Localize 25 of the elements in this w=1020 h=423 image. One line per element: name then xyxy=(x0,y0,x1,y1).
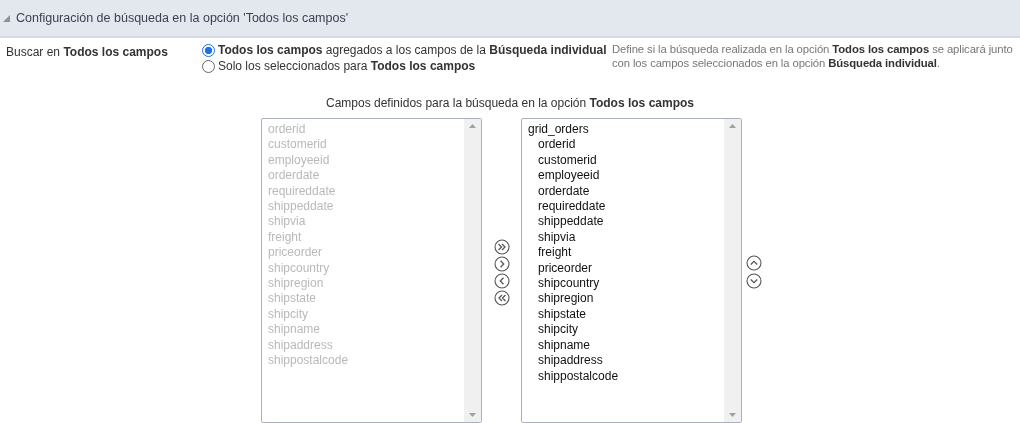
tree-item[interactable]: freight xyxy=(538,245,572,261)
tree-item[interactable]: requireddate xyxy=(538,199,606,215)
tree-item[interactable]: shippeddate xyxy=(538,214,604,230)
section-title: Configuración de búsqueda en la opción 'Todos los campos' xyxy=(16,9,349,27)
radio-label: Todos los campos agregados a los campos de la Búsqueda individual xyxy=(218,42,607,59)
tree-item[interactable]: priceorder xyxy=(538,260,593,277)
tree-item[interactable]: shipvia xyxy=(538,229,576,246)
tree-group[interactable]: grid_orders xyxy=(528,122,589,138)
tree-item[interactable]: orderdate xyxy=(538,183,590,200)
selected-fields-list[interactable]: grid_orders orderid customerid employeeid orderdate requireddate shippeddate shipvia freight priceorder shipcountry shipregion shipstate shipcity shipname shipaddress shippostalcode xyxy=(521,118,742,423)
tree-item[interactable]: shipaddress xyxy=(538,353,603,369)
section-header[interactable]: Configuración de búsqueda en la opción 'Todos los campos' xyxy=(0,0,1020,38)
tree-item[interactable]: shipregion xyxy=(538,291,594,307)
tree-item[interactable]: shipname xyxy=(538,337,591,354)
help-text: Define si la búsqueda realizada en la opción Todos los campos se aplicará junto con los campos seleccionados en la opción Búsqueda individual. xyxy=(612,42,1014,71)
tree-item[interactable]: shipcountry xyxy=(538,276,600,292)
setting-label: Buscar en Todos los campos xyxy=(6,44,169,61)
fields-caption: Campos definidos para la búsqueda en la opción Todos los campos xyxy=(325,95,695,112)
tree-item[interactable]: shipcity xyxy=(538,322,578,338)
tree-item[interactable]: shippostalcode xyxy=(538,368,619,384)
radio-label: Solo los seleccionados para Todos los campos xyxy=(218,58,476,75)
tree-item[interactable]: customerid xyxy=(538,152,597,169)
tree-item[interactable]: employeeid xyxy=(538,168,600,184)
tree-item[interactable]: orderid xyxy=(538,137,576,153)
tree-item[interactable]: shipstate xyxy=(538,306,587,323)
